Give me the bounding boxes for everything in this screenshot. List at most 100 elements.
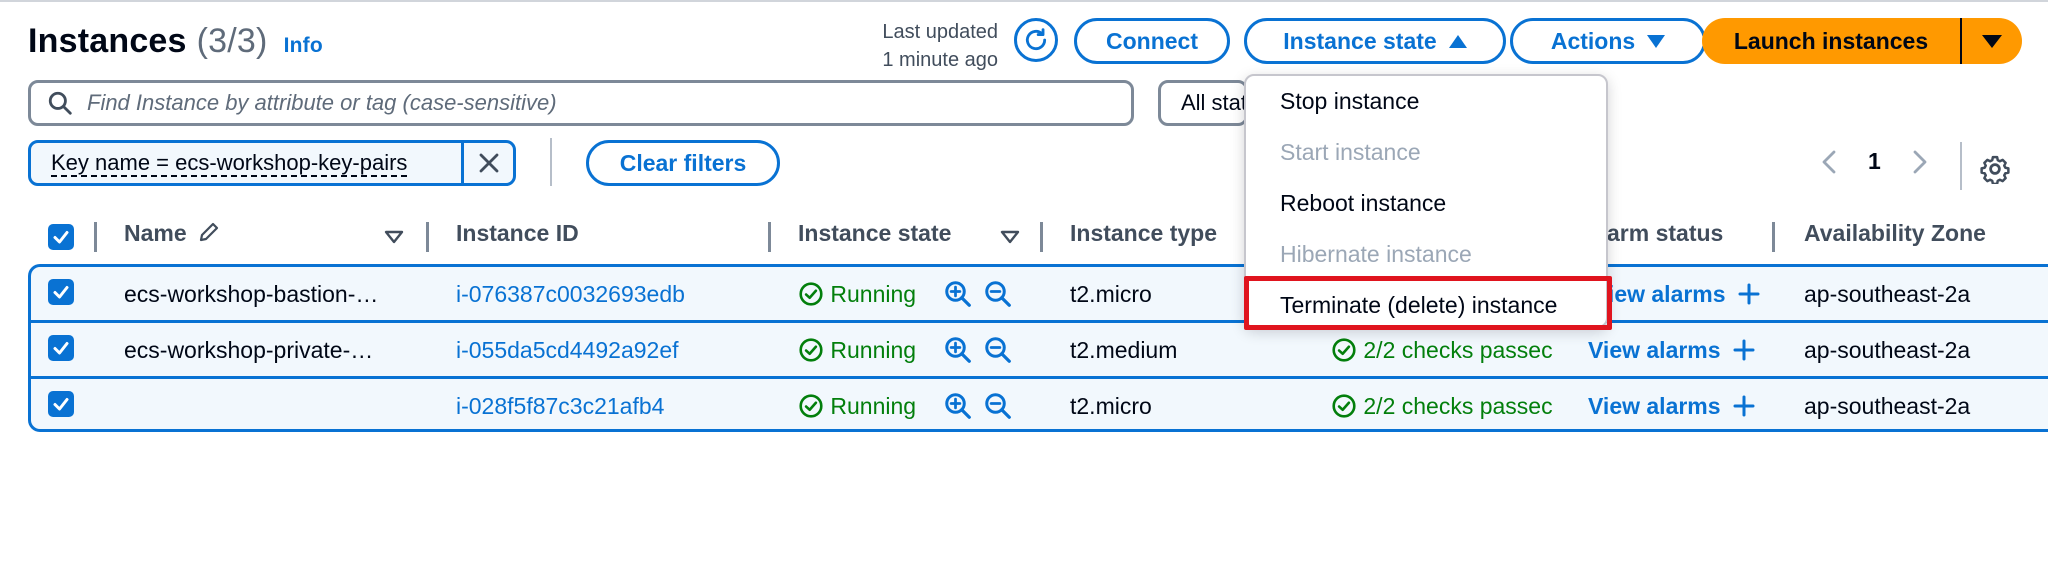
column-divider bbox=[1772, 222, 1775, 252]
clear-filters-label: Clear filters bbox=[619, 149, 747, 176]
instance-state-button[interactable]: Instance state bbox=[1244, 18, 1506, 64]
launch-instances-label: Launch instances bbox=[1733, 27, 1929, 54]
checkmark-icon bbox=[53, 342, 69, 355]
plus-icon[interactable] bbox=[1733, 339, 1755, 361]
last-updated-value: 1 minute ago bbox=[882, 49, 998, 71]
status-check-text: 2/2 checks passec bbox=[1363, 393, 1553, 419]
check-circle-icon bbox=[799, 394, 823, 418]
menu-item-start-instance: Start instance bbox=[1280, 139, 1421, 165]
checkmark-icon bbox=[53, 286, 69, 299]
instance-name: ecs-workshop-private-… bbox=[124, 337, 374, 363]
terminate-highlight-box bbox=[1244, 276, 1612, 330]
sort-caret-icon[interactable] bbox=[384, 230, 404, 244]
caret-down-icon bbox=[1647, 34, 1666, 48]
connect-button[interactable]: Connect bbox=[1074, 18, 1230, 64]
table-header: Name Instance ID Instance state Instance… bbox=[28, 216, 2048, 258]
search-input[interactable]: Find Instance by attribute or tag (case-… bbox=[28, 80, 1134, 126]
availability-zone: ap-southeast-2a bbox=[1804, 281, 1971, 307]
clear-filters-button[interactable]: Clear filters bbox=[586, 140, 780, 186]
instance-id-link[interactable]: i-055da5cd4492a92ef bbox=[456, 337, 679, 364]
launch-options-button[interactable] bbox=[1960, 18, 2022, 64]
instances-table: ecs-workshop-bastion-… i-076387c0032693e… bbox=[28, 264, 2048, 432]
column-header-name[interactable]: Name bbox=[124, 220, 221, 247]
column-header-availability-zone[interactable]: Availability Zone bbox=[1804, 220, 1986, 247]
zoom-in-icon[interactable] bbox=[943, 391, 973, 421]
column-divider bbox=[94, 222, 97, 252]
instance-state-button-label: Instance state bbox=[1283, 27, 1437, 54]
column-divider bbox=[1040, 222, 1043, 252]
zoom-in-icon[interactable] bbox=[943, 279, 973, 309]
filter-token: Key name = ecs-workshop-key-pairs bbox=[28, 140, 516, 186]
instance-state-text: Running bbox=[830, 393, 917, 419]
view-alarms-label: View alarms bbox=[1593, 281, 1726, 307]
chevron-left-icon[interactable] bbox=[1820, 149, 1838, 175]
row-checkbox[interactable] bbox=[48, 279, 74, 305]
last-updated: Last updated 1 minute ago bbox=[874, 18, 998, 74]
menu-item-stop-instance[interactable]: Stop instance bbox=[1280, 88, 1419, 115]
column-header-instance-type[interactable]: Instance type bbox=[1070, 220, 1217, 247]
instance-id-link[interactable]: i-076387c0032693edb bbox=[456, 281, 685, 308]
row-checkbox[interactable] bbox=[48, 391, 74, 417]
instance-state-text: Running bbox=[830, 337, 917, 363]
chevron-right-icon[interactable] bbox=[1911, 149, 1929, 175]
view-alarms-label: View alarms bbox=[1588, 393, 1721, 419]
check-circle-icon bbox=[1332, 394, 1356, 418]
launch-instances-button[interactable]: Launch instances bbox=[1702, 18, 1960, 64]
zoom-out-icon[interactable] bbox=[983, 335, 1013, 365]
view-alarms-link[interactable]: View alarms bbox=[1588, 393, 1755, 420]
refresh-icon bbox=[1025, 28, 1047, 51]
availability-zone: ap-southeast-2a bbox=[1804, 393, 1971, 419]
instance-type: t2.micro bbox=[1070, 281, 1152, 307]
zoom-out-icon[interactable] bbox=[983, 279, 1013, 309]
view-alarms-link[interactable]: View alarms bbox=[1588, 337, 1755, 364]
checkmark-icon bbox=[53, 231, 69, 244]
page-title: Instances (3/3) Info bbox=[28, 22, 323, 61]
check-circle-icon bbox=[799, 282, 823, 306]
instance-state-filter-select[interactable]: All states bbox=[1158, 80, 1248, 126]
connect-button-label: Connect bbox=[1106, 27, 1198, 54]
instance-state-text: Running bbox=[830, 281, 917, 307]
status-check: 2/2 checks passec bbox=[1331, 337, 1583, 364]
caret-down-icon bbox=[1982, 34, 2002, 48]
check-circle-icon bbox=[1332, 338, 1356, 362]
plus-icon[interactable] bbox=[1738, 283, 1760, 305]
availability-zone: ap-southeast-2a bbox=[1804, 337, 1971, 363]
pagination: 1 bbox=[1820, 148, 1929, 175]
actions-button[interactable]: Actions bbox=[1510, 18, 1706, 64]
instance-name: ecs-workshop-bastion-… bbox=[124, 281, 379, 307]
column-divider bbox=[768, 222, 771, 252]
table-row[interactable]: ecs-workshop-bastion-… i-076387c0032693e… bbox=[31, 267, 2048, 323]
column-header-instance-state[interactable]: Instance state bbox=[798, 220, 951, 247]
remove-filter-button[interactable] bbox=[461, 143, 513, 183]
info-link[interactable]: Info bbox=[284, 34, 323, 58]
page-number[interactable]: 1 bbox=[1868, 148, 1881, 175]
instances-page: Instances (3/3) Info Last updated 1 minu… bbox=[0, 0, 2048, 567]
table-row[interactable]: ecs-workshop-private-… i-055da5cd4492a92… bbox=[31, 323, 2048, 379]
column-header-instance-id[interactable]: Instance ID bbox=[456, 220, 579, 247]
plus-icon[interactable] bbox=[1733, 395, 1755, 417]
sort-caret-icon[interactable] bbox=[1000, 230, 1020, 244]
filter-token-label[interactable]: Key name = ecs-workshop-key-pairs bbox=[31, 150, 461, 177]
instance-id-link[interactable]: i-028f5f87c3c21afb4 bbox=[456, 393, 664, 420]
caret-up-icon bbox=[1448, 34, 1467, 48]
select-all-checkbox[interactable] bbox=[48, 224, 74, 250]
refresh-button[interactable] bbox=[1014, 18, 1058, 62]
launch-instances-split-button: Launch instances bbox=[1702, 18, 2022, 64]
pencil-icon bbox=[199, 222, 219, 242]
view-alarms-link[interactable]: View alarms bbox=[1593, 281, 1760, 308]
view-alarms-label: View alarms bbox=[1588, 337, 1721, 363]
instance-count: (3/3) bbox=[196, 22, 268, 60]
menu-item-reboot-instance[interactable]: Reboot instance bbox=[1280, 190, 1446, 217]
actions-button-label: Actions bbox=[1550, 27, 1636, 54]
instance-state: Running bbox=[798, 393, 916, 420]
zoom-out-icon[interactable] bbox=[983, 391, 1013, 421]
page-title-text: Instances bbox=[28, 22, 187, 60]
table-row[interactable]: i-028f5f87c3c21afb4 Running t2.micro 2/2… bbox=[31, 379, 2048, 429]
row-checkbox[interactable] bbox=[48, 335, 74, 361]
zoom-in-icon[interactable] bbox=[943, 335, 973, 365]
pager-divider bbox=[1960, 142, 1962, 190]
gear-icon[interactable] bbox=[1980, 154, 2010, 184]
instance-state-filter-value: All states bbox=[1181, 90, 1245, 115]
instance-type: t2.micro bbox=[1070, 393, 1152, 419]
status-check-text: 2/2 checks passec bbox=[1363, 337, 1553, 363]
